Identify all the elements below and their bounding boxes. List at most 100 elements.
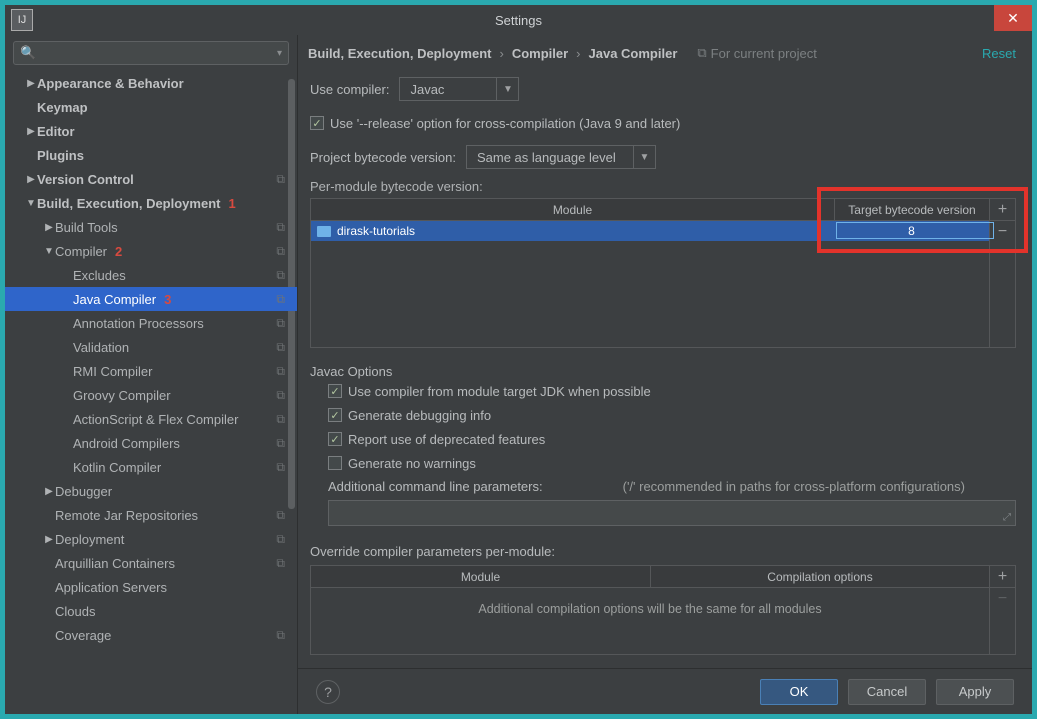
javac-opt2-label: Generate debugging info — [348, 408, 491, 423]
tree-item[interactable]: Clouds — [5, 599, 297, 623]
annotation-mark: 3 — [164, 292, 171, 307]
tree-item[interactable]: ▶Debugger — [5, 479, 297, 503]
tree-label: Android Compilers — [73, 436, 180, 451]
tree-item[interactable]: ▶Editor — [5, 119, 297, 143]
project-badge-icon: ⧉ — [276, 172, 285, 187]
tree-label: Deployment — [55, 532, 124, 547]
project-badge-icon: ⧉ — [276, 316, 285, 331]
tree-arrow-icon: ▼ — [43, 246, 55, 257]
javac-opt3-label: Report use of deprecated features — [348, 432, 545, 447]
cmdline-hint: ('/' recommended in paths for cross-plat… — [623, 479, 965, 494]
tree-label: Editor — [37, 124, 75, 139]
tree-item[interactable]: Plugins — [5, 143, 297, 167]
add-button[interactable]: + — [990, 199, 1015, 221]
project-bytecode-dropdown[interactable]: Same as language level▼ — [466, 145, 656, 169]
project-badge-icon: ⧉ — [276, 508, 285, 523]
tree-item[interactable]: Remote Jar Repositories ⧉ — [5, 503, 297, 527]
crumb-a[interactable]: Build, Execution, Deployment — [308, 46, 491, 61]
dialog-buttons: ? OK Cancel Apply — [298, 668, 1032, 714]
tree-label: Version Control — [37, 172, 134, 187]
tree-item[interactable]: Validation⧉ — [5, 335, 297, 359]
tree-label: Groovy Compiler — [73, 388, 171, 403]
javac-opt1-checkbox[interactable]: ✓ — [328, 384, 342, 398]
cancel-button[interactable]: Cancel — [848, 679, 926, 705]
tree-label: Kotlin Compiler — [73, 460, 161, 475]
app-icon: IJ — [11, 9, 33, 31]
tree-item[interactable]: Groovy Compiler⧉ — [5, 383, 297, 407]
tree-item[interactable]: Excludes⧉ — [5, 263, 297, 287]
tree-arrow-icon: ▶ — [43, 222, 55, 233]
crumb-c[interactable]: Java Compiler — [589, 46, 678, 61]
for-project-label: ⧉For current project — [697, 45, 817, 61]
tree-label: Build Tools — [55, 220, 118, 235]
tree-item[interactable]: Application Servers — [5, 575, 297, 599]
module-header[interactable]: Module — [311, 199, 835, 220]
tree-arrow-icon: ▶ — [25, 174, 37, 185]
chevron-down-icon: ▾ — [277, 48, 282, 59]
chevron-right-icon: › — [499, 46, 503, 61]
javac-opt2-checkbox[interactable]: ✓ — [328, 408, 342, 422]
help-button[interactable]: ? — [316, 680, 340, 704]
table-row[interactable]: dirask-tutorials 8 — [311, 221, 989, 241]
apply-button[interactable]: Apply — [936, 679, 1014, 705]
crumb-b[interactable]: Compiler — [512, 46, 568, 61]
tree-item[interactable]: ▼Build, Execution, Deployment1 — [5, 191, 297, 215]
target-value[interactable]: 8 — [835, 221, 989, 241]
module-name: dirask-tutorials — [337, 224, 415, 238]
override-col2[interactable]: Compilation options — [651, 566, 989, 587]
tree-arrow-icon: ▶ — [25, 126, 37, 137]
project-badge-icon: ⧉ — [276, 628, 285, 643]
tree-item[interactable]: Coverage⧉ — [5, 623, 297, 647]
project-bytecode-label: Project bytecode version: — [310, 150, 456, 165]
settings-tree[interactable]: ▶Appearance & BehaviorKeymap▶EditorPlugi… — [5, 71, 297, 714]
chevron-right-icon: › — [576, 46, 580, 61]
tree-item[interactable]: ▶Build Tools⧉ — [5, 215, 297, 239]
override-label: Override compiler parameters per-module: — [310, 544, 1016, 559]
use-compiler-dropdown[interactable]: Javac▼ — [399, 77, 519, 101]
ok-button[interactable]: OK — [760, 679, 838, 705]
tree-item[interactable]: ▼Compiler2⧉ — [5, 239, 297, 263]
javac-opt4-label: Generate no warnings — [348, 456, 476, 471]
tree-item[interactable]: Android Compilers ⧉ — [5, 431, 297, 455]
use-compiler-label: Use compiler: — [310, 82, 389, 97]
tree-label: Validation — [73, 340, 129, 355]
release-checkbox[interactable]: ✓ — [310, 116, 324, 130]
tree-item[interactable]: ▶Appearance & Behavior — [5, 71, 297, 95]
tree-label: Arquillian Containers — [55, 556, 175, 571]
javac-opt4-checkbox[interactable] — [328, 456, 342, 470]
release-label: Use '--release' option for cross-compila… — [330, 116, 680, 131]
copy-icon: ⧉ — [697, 45, 706, 61]
tree-item[interactable]: RMI Compiler⧉ — [5, 359, 297, 383]
tree-arrow-icon: ▼ — [25, 198, 37, 209]
tree-item[interactable]: ▶Version Control ⧉ — [5, 167, 297, 191]
project-badge-icon: ⧉ — [276, 364, 285, 379]
tree-item[interactable]: ▶Deployment⧉ — [5, 527, 297, 551]
javac-opt3-checkbox[interactable]: ✓ — [328, 432, 342, 446]
tree-item[interactable]: Kotlin Compiler⧉ — [5, 455, 297, 479]
override-col1[interactable]: Module — [311, 566, 651, 587]
target-header[interactable]: Target bytecode version — [835, 199, 989, 220]
tree-item[interactable]: Keymap — [5, 95, 297, 119]
tree-arrow-icon: ▶ — [25, 78, 37, 89]
expand-icon[interactable]: ⤢ — [1003, 512, 1011, 523]
tree-item[interactable]: ActionScript & Flex Compiler⧉ — [5, 407, 297, 431]
project-badge-icon: ⧉ — [276, 268, 285, 283]
tree-label: Keymap — [37, 100, 88, 115]
reset-link[interactable]: Reset — [982, 46, 1016, 61]
project-badge-icon: ⧉ — [276, 244, 285, 259]
tree-item[interactable]: Arquillian Containers⧉ — [5, 551, 297, 575]
tree-label: Remote Jar Repositories — [55, 508, 198, 523]
add-button[interactable]: + — [990, 566, 1015, 588]
close-button[interactable]: ✕ — [994, 5, 1032, 31]
cmdline-input[interactable]: ⤢ — [328, 500, 1016, 526]
remove-button[interactable]: − — [990, 221, 1015, 243]
search-input[interactable]: 🔍 ▾ — [13, 41, 289, 65]
tree-arrow-icon: ▶ — [43, 534, 55, 545]
javac-opt1-label: Use compiler from module target JDK when… — [348, 384, 651, 399]
chevron-down-icon: ▼ — [633, 146, 655, 168]
tree-item[interactable]: Annotation Processors⧉ — [5, 311, 297, 335]
tree-item[interactable]: Java Compiler3⧉ — [5, 287, 297, 311]
project-badge-icon: ⧉ — [276, 436, 285, 451]
titlebar: IJ Settings ✕ — [5, 5, 1032, 35]
tree-label: Plugins — [37, 148, 84, 163]
